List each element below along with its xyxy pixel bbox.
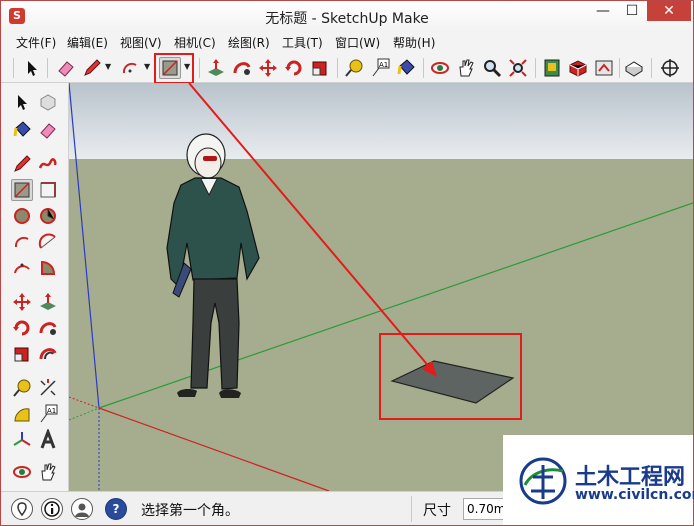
extension-icon[interactable] — [567, 57, 589, 79]
rotated-rectangle-icon[interactable] — [37, 179, 59, 201]
scale-icon[interactable] — [309, 57, 331, 79]
move-icon[interactable] — [11, 291, 33, 313]
zoom-icon[interactable] — [481, 57, 503, 79]
paint-bucket-icon[interactable] — [11, 119, 33, 141]
zoom-extents-icon[interactable] — [507, 57, 529, 79]
scale-icon[interactable] — [11, 343, 33, 365]
info-icon[interactable] — [41, 498, 63, 520]
main-toolbar: ▼ ▼ ▼ A1 — [1, 53, 693, 83]
watermark-url: www.civilcn.com — [575, 487, 694, 503]
text-icon[interactable]: A1 — [369, 57, 391, 79]
menu-file[interactable]: 文件(F) — [16, 34, 56, 51]
tape-measure-icon[interactable] — [11, 377, 33, 399]
orbit-icon[interactable] — [11, 461, 33, 483]
rectangle-tool-highlight — [154, 53, 194, 84]
toolbar-separator — [423, 58, 424, 78]
help-icon[interactable]: ? — [105, 498, 127, 520]
toolbar-separator — [199, 58, 200, 78]
freehand-icon[interactable] — [37, 153, 59, 175]
toolbar-separator — [47, 58, 48, 78]
make-component-icon[interactable] — [37, 91, 59, 113]
protractor-icon[interactable] — [11, 403, 33, 425]
eraser-icon[interactable] — [37, 119, 59, 141]
three-point-arc-icon[interactable] — [11, 257, 33, 279]
scene-canvas[interactable] — [69, 83, 693, 491]
move-icon[interactable] — [257, 57, 279, 79]
share-icon[interactable] — [593, 57, 615, 79]
pencil-icon[interactable] — [11, 153, 33, 175]
circle-icon[interactable] — [11, 205, 33, 227]
components-icon[interactable] — [623, 57, 645, 79]
toolbar-separator — [337, 58, 338, 78]
follow-me-icon[interactable] — [37, 317, 59, 339]
rotate-icon[interactable] — [283, 57, 305, 79]
toolbar-separator — [651, 58, 652, 78]
select-arrow-icon[interactable] — [21, 57, 43, 79]
measurements-label: 尺寸 — [423, 503, 451, 519]
rectangle-icon[interactable] — [11, 179, 33, 201]
sky — [69, 83, 693, 159]
menu-window[interactable]: 窗口(W) — [335, 34, 380, 51]
menu-camera[interactable]: 相机(C) — [174, 34, 216, 51]
two-point-arc-icon[interactable] — [37, 231, 59, 253]
arc-icon[interactable] — [11, 231, 33, 253]
menu-bar: 文件(F) 编辑(E) 视图(V) 相机(C) 绘图(R) 工具(T) 窗口(W… — [1, 31, 693, 53]
menu-draw[interactable]: 绘图(R) — [228, 34, 270, 51]
orbit-icon[interactable] — [429, 57, 451, 79]
warehouse-icon[interactable] — [541, 57, 563, 79]
menu-view[interactable]: 视图(V) — [120, 34, 162, 51]
toolbar-separator — [535, 58, 536, 78]
polygon-icon[interactable] — [37, 205, 59, 227]
pan-icon[interactable] — [455, 57, 477, 79]
3d-text-icon[interactable] — [37, 427, 59, 451]
paint-bucket-icon[interactable] — [395, 57, 417, 79]
menu-edit[interactable]: 编辑(E) — [67, 34, 108, 51]
svg-text:A1: A1 — [379, 61, 388, 69]
pie-icon[interactable] — [37, 257, 59, 279]
push-pull-icon[interactable] — [205, 57, 227, 79]
status-separator — [411, 496, 412, 522]
sketchup-window: S 无标题 - SketchUp Make — ☐ ✕ 文件(F) 编辑(E) … — [0, 0, 694, 526]
pencil-icon[interactable] — [81, 57, 103, 79]
eraser-icon[interactable] — [55, 57, 77, 79]
minimize-button[interactable]: — — [589, 1, 617, 21]
menu-tools[interactable]: 工具(T) — [282, 34, 323, 51]
title-bar: S 无标题 - SketchUp Make — ☐ ✕ — [1, 1, 693, 31]
select-arrow-icon[interactable] — [11, 91, 33, 113]
modeling-viewport[interactable] — [69, 83, 693, 491]
toolbar-separator — [619, 58, 620, 78]
offset-icon[interactable] — [37, 343, 59, 365]
user-account-icon[interactable] — [71, 498, 93, 520]
arc-dropdown-icon[interactable]: ▼ — [144, 62, 150, 71]
watermark: 土木工程网 www.civilcn.com — [503, 435, 694, 525]
axes-icon[interactable] — [11, 429, 33, 451]
watermark-logo-icon — [519, 457, 567, 505]
push-pull-icon[interactable] — [37, 291, 59, 313]
dimension-icon[interactable] — [37, 377, 59, 399]
text-icon[interactable]: A1 — [37, 403, 59, 425]
pan-icon[interactable] — [37, 461, 59, 483]
geo-location-icon[interactable] — [11, 498, 33, 520]
tape-measure-icon[interactable] — [343, 57, 365, 79]
pencil-dropdown-icon[interactable]: ▼ — [105, 62, 111, 71]
position-camera-icon[interactable] — [659, 57, 681, 79]
menu-help[interactable]: 帮助(H) — [393, 34, 435, 51]
follow-me-icon[interactable] — [231, 57, 253, 79]
rotate-icon[interactable] — [11, 317, 33, 339]
large-toolset: A1 — [1, 83, 69, 491]
svg-text:A1: A1 — [47, 407, 56, 415]
maximize-button[interactable]: ☐ — [618, 1, 646, 21]
arc-icon[interactable] — [119, 57, 141, 79]
status-hint: 选择第一个角。 — [141, 503, 239, 519]
close-button[interactable]: ✕ — [647, 1, 691, 21]
toolbar-grip — [13, 58, 14, 78]
